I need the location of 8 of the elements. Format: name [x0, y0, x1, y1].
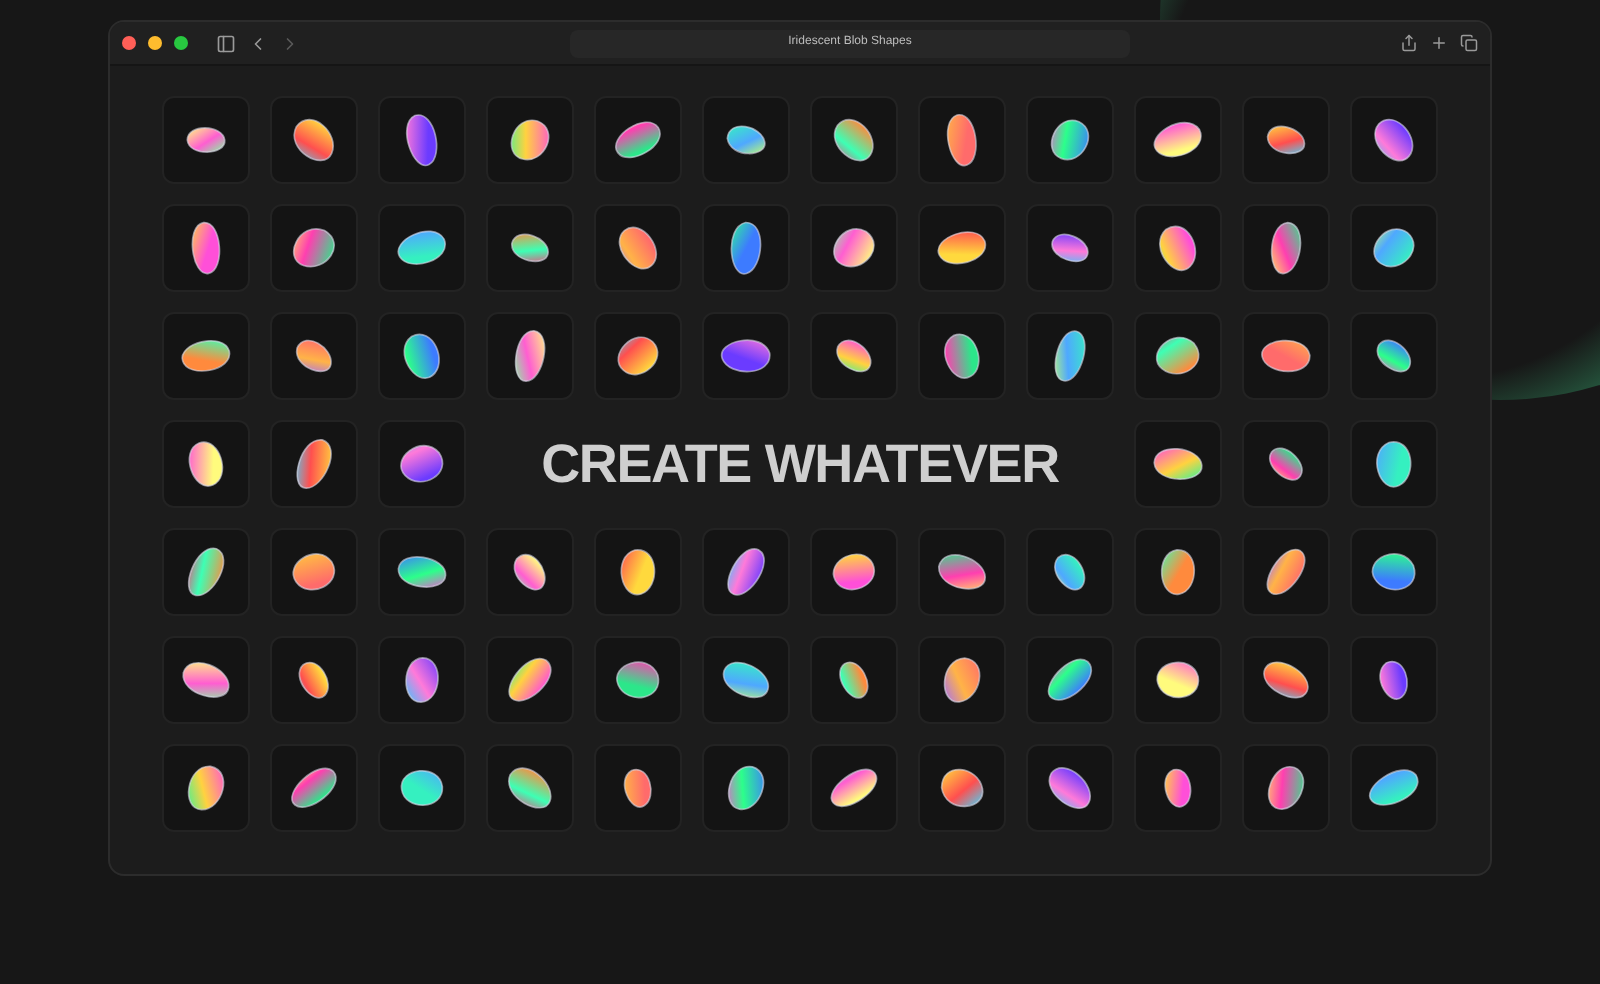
maximize-icon[interactable] [174, 36, 188, 50]
close-icon[interactable] [122, 36, 136, 50]
sidebar-icon[interactable] [216, 33, 236, 53]
share-icon[interactable] [1400, 34, 1418, 52]
tabs-icon[interactable] [1460, 34, 1478, 52]
headline: CREATE WHATEVER [541, 431, 1059, 498]
new-tab-icon[interactable] [1430, 34, 1448, 52]
minimize-icon[interactable] [148, 36, 162, 50]
